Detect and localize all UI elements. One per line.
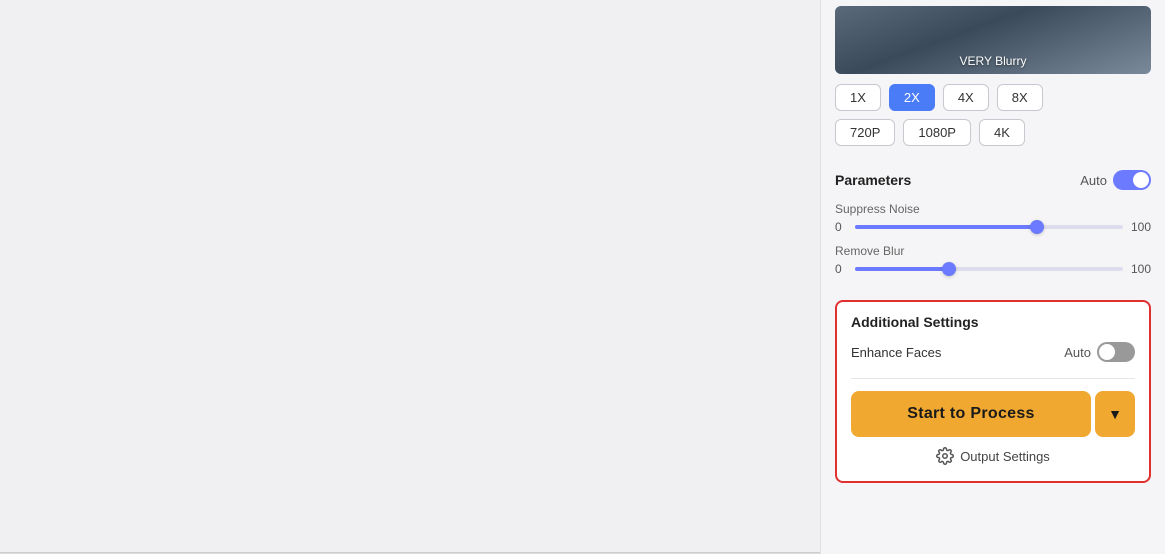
output-settings-row[interactable]: Output Settings: [851, 447, 1135, 469]
parameters-section: Parameters Auto Suppress Noise 0 100: [821, 162, 1165, 296]
scale-btn-4k[interactable]: 4K: [979, 119, 1025, 146]
scale-btn-1080p[interactable]: 1080P: [903, 119, 971, 146]
enhance-faces-auto-label: Auto: [1064, 345, 1091, 360]
gear-icon: [936, 447, 954, 465]
params-auto-label: Auto: [1080, 173, 1107, 188]
params-title: Parameters: [835, 172, 911, 188]
remove-blur-label: Remove Blur: [835, 244, 1151, 258]
remove-blur-row: Remove Blur 0 100: [835, 244, 1151, 276]
params-header: Parameters Auto: [835, 170, 1151, 190]
scale-btn-1x[interactable]: 1X: [835, 84, 881, 111]
start-process-button[interactable]: Start to Process: [851, 391, 1091, 437]
scale-section: 1X 2X 4X 8X 720P 1080P 4K: [821, 84, 1165, 162]
additional-settings-title: Additional Settings: [851, 314, 1135, 330]
remove-blur-fill: [855, 267, 949, 271]
image-label: VERY Blurry: [960, 54, 1027, 68]
scale-btn-8x[interactable]: 8X: [997, 84, 1043, 111]
enhance-faces-toggle[interactable]: [1097, 342, 1135, 362]
image-thumbnail: VERY Blurry: [835, 6, 1151, 74]
enhance-faces-toggle-wrap: Auto: [1064, 342, 1135, 362]
chevron-down-icon: ▼: [1108, 406, 1122, 422]
scale-btn-720p[interactable]: 720P: [835, 119, 895, 146]
enhance-faces-label: Enhance Faces: [851, 345, 941, 360]
suppress-noise-min: 0: [835, 220, 847, 234]
suppress-noise-thumb[interactable]: [1030, 220, 1044, 234]
remove-blur-min: 0: [835, 262, 847, 276]
output-settings-label: Output Settings: [960, 449, 1050, 464]
remove-blur-slider[interactable]: [855, 267, 1123, 271]
left-panel: [0, 0, 820, 554]
suppress-noise-slider[interactable]: [855, 225, 1123, 229]
scale-row-2: 720P 1080P 4K: [835, 119, 1151, 146]
process-divider: [851, 378, 1135, 379]
enhance-faces-row: Enhance Faces Auto: [851, 342, 1135, 362]
additional-settings-section: Additional Settings Enhance Faces Auto S…: [835, 300, 1151, 483]
params-auto-toggle-wrap: Auto: [1080, 170, 1151, 190]
process-button-row: Start to Process ▼: [851, 391, 1135, 437]
scale-btn-4x[interactable]: 4X: [943, 84, 989, 111]
remove-blur-track: 0 100: [835, 262, 1151, 276]
image-preview: VERY Blurry: [835, 6, 1151, 74]
params-auto-toggle[interactable]: [1113, 170, 1151, 190]
suppress-noise-fill: [855, 225, 1037, 229]
remove-blur-thumb[interactable]: [942, 262, 956, 276]
left-panel-divider: [0, 552, 820, 553]
scale-row-1: 1X 2X 4X 8X: [835, 84, 1151, 111]
scale-btn-2x[interactable]: 2X: [889, 84, 935, 111]
suppress-noise-row: Suppress Noise 0 100: [835, 202, 1151, 234]
remove-blur-bg: [855, 267, 1123, 271]
right-panel: VERY Blurry 1X 2X 4X 8X 720P 1080P 4K Pa…: [820, 0, 1165, 554]
suppress-noise-max: 100: [1131, 220, 1151, 234]
process-dropdown-button[interactable]: ▼: [1095, 391, 1135, 437]
suppress-noise-label: Suppress Noise: [835, 202, 1151, 216]
suppress-noise-bg: [855, 225, 1123, 229]
suppress-noise-track: 0 100: [835, 220, 1151, 234]
remove-blur-max: 100: [1131, 262, 1151, 276]
